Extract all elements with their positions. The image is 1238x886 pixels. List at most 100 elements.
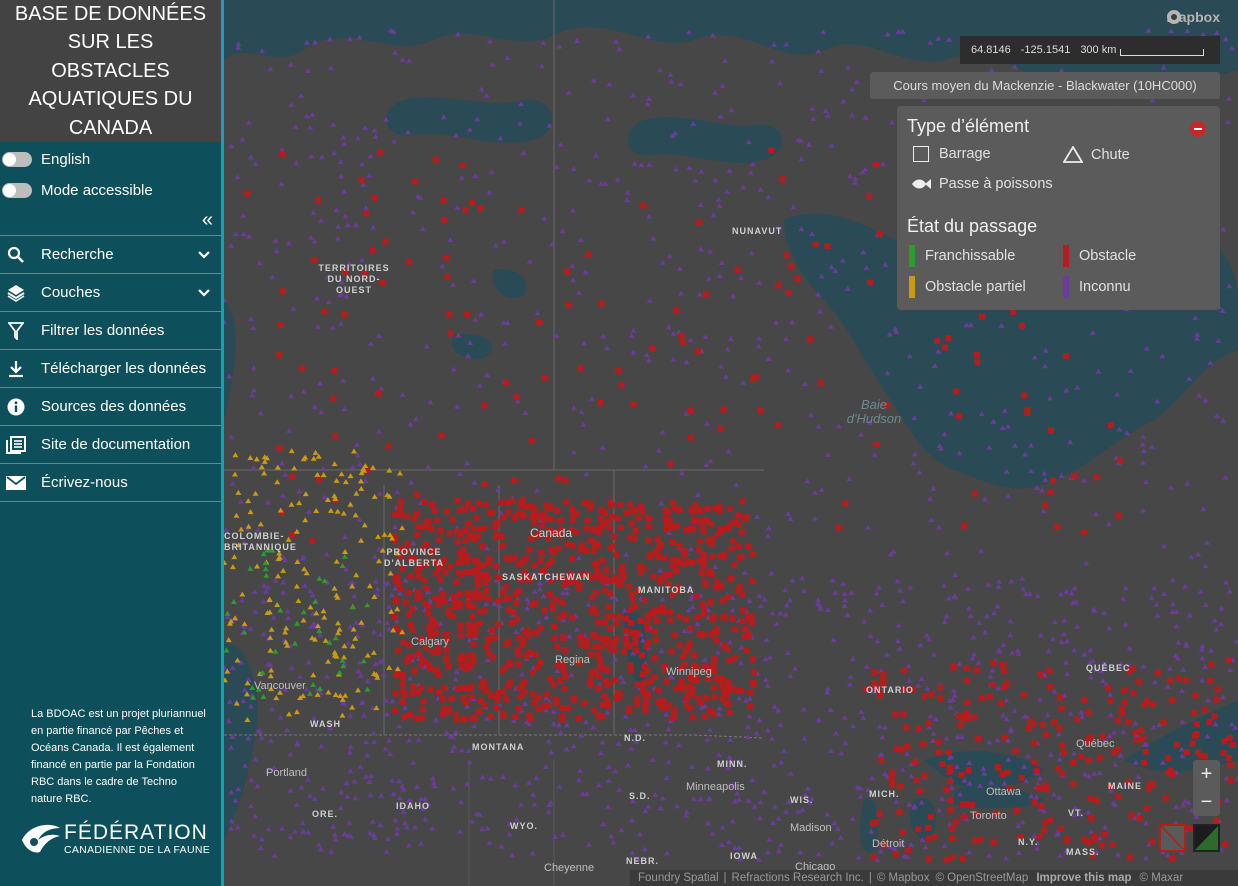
dam-marker xyxy=(493,563,500,570)
accessible-toggle-row[interactable]: Mode accessible xyxy=(0,175,221,206)
dam-marker xyxy=(410,682,417,689)
federation-logo[interactable]: FÉDÉRATION CANADIENNE DE LA FAUNE xyxy=(20,820,210,858)
zoom-in-button[interactable]: + xyxy=(1193,760,1220,788)
dam-marker xyxy=(613,620,620,627)
attrib-refractions[interactable]: Refractions Research Inc. xyxy=(732,872,864,884)
collapse-sidebar-button[interactable]: « xyxy=(0,206,221,236)
dam-marker xyxy=(588,670,595,677)
dam-marker xyxy=(565,302,572,309)
dam-marker xyxy=(686,625,693,632)
dam-marker xyxy=(415,650,422,657)
dam-marker xyxy=(602,640,609,647)
passable-swatch xyxy=(909,245,915,267)
dam-marker xyxy=(683,616,690,623)
dam-marker xyxy=(512,713,519,720)
dam-marker xyxy=(1003,680,1010,687)
attrib-mapbox[interactable]: © Mapbox xyxy=(877,872,930,884)
dam-marker xyxy=(702,291,709,298)
menu-item-documentation[interactable]: Site de documentation xyxy=(0,426,221,464)
dam-marker xyxy=(669,714,676,721)
map-attribution: Foundry Spatial | Refractions Research I… xyxy=(630,870,1238,886)
fish-icon xyxy=(912,179,931,189)
dam-marker xyxy=(973,351,980,358)
dam-marker xyxy=(1091,832,1098,839)
double-chevron-left-icon[interactable]: « xyxy=(202,209,213,232)
dam-marker xyxy=(1225,657,1232,664)
dam-marker xyxy=(454,538,461,545)
dam-marker xyxy=(626,708,633,715)
zoom-out-button[interactable]: − xyxy=(1193,788,1220,816)
dam-marker xyxy=(1031,759,1038,766)
label-minn: MINN. xyxy=(717,759,748,769)
language-toggle-row[interactable]: English xyxy=(0,144,221,175)
dam-marker xyxy=(471,536,478,543)
dam-marker xyxy=(469,505,476,512)
dam-marker xyxy=(750,376,757,383)
menu-item-filter[interactable]: Filtrer les données xyxy=(0,312,221,350)
dam-marker xyxy=(974,735,981,742)
menu-item-search[interactable]: Recherche xyxy=(0,236,221,274)
dam-marker xyxy=(698,517,705,524)
dam-marker xyxy=(701,713,708,720)
dam-marker xyxy=(466,631,473,638)
dam-marker xyxy=(469,714,476,721)
dam-marker xyxy=(499,543,506,550)
attrib-foundry[interactable]: Foundry Spatial xyxy=(638,872,719,884)
attrib-osm[interactable]: © OpenStreetMap xyxy=(935,872,1028,884)
dam-marker xyxy=(1174,741,1181,748)
dam-marker xyxy=(943,856,950,863)
dam-marker xyxy=(694,614,701,621)
dam-marker xyxy=(928,691,935,698)
dam-marker xyxy=(630,602,637,609)
dam-marker xyxy=(493,523,500,530)
scale-label: 300 km xyxy=(1080,44,1117,56)
dam-marker xyxy=(475,582,482,589)
improve-map-link[interactable]: Improve this map xyxy=(1036,872,1131,884)
dam-marker xyxy=(399,681,406,688)
dam-marker xyxy=(493,704,500,711)
language-toggle[interactable] xyxy=(2,152,32,167)
dam-marker xyxy=(419,706,426,713)
menu-item-download[interactable]: Télécharger les données xyxy=(0,350,221,388)
dam-marker xyxy=(925,720,932,727)
dam-marker xyxy=(719,597,726,604)
document-icon xyxy=(6,435,26,455)
dam-marker xyxy=(607,545,614,552)
dam-marker xyxy=(459,162,466,169)
menu-item-sources[interactable]: Sources des données xyxy=(0,388,221,426)
accessible-toggle[interactable] xyxy=(2,183,32,198)
dam-marker xyxy=(481,607,488,614)
dam-marker xyxy=(1211,713,1218,720)
dam-marker xyxy=(397,586,404,593)
dam-marker xyxy=(775,282,782,289)
dam-marker xyxy=(673,307,680,314)
basemap-satellite-button[interactable] xyxy=(1193,824,1220,852)
mapbox-logo[interactable]: mapbox xyxy=(1166,9,1220,25)
dam-marker xyxy=(937,684,944,691)
basemap-none-button[interactable] xyxy=(1159,824,1186,852)
menu-item-layers[interactable]: Couches xyxy=(0,274,221,312)
dam-marker xyxy=(595,672,602,679)
attrib-maxar[interactable]: © Maxar xyxy=(1140,872,1184,884)
dam-marker xyxy=(730,537,737,544)
dam-marker xyxy=(435,671,442,678)
dam-marker xyxy=(945,749,952,756)
logo-line-2: CANADIENNE DE LA FAUNE xyxy=(64,844,211,856)
menu-item-label: Filtrer les données xyxy=(41,322,165,339)
dam-marker xyxy=(557,677,564,684)
menu-item-contact[interactable]: Écrivez-nous xyxy=(0,464,221,502)
label-iowa: IOWA xyxy=(730,851,758,861)
dam-marker xyxy=(734,266,741,273)
dam-marker xyxy=(711,693,718,700)
dam-marker xyxy=(371,194,378,201)
close-legend-button[interactable] xyxy=(1190,121,1206,137)
label-quebec: QUÉBEC xyxy=(1086,663,1131,673)
dam-marker xyxy=(598,300,605,307)
dam-marker xyxy=(713,637,720,644)
dam-marker xyxy=(575,715,582,722)
dam-marker xyxy=(1208,660,1215,667)
dam-marker xyxy=(1101,831,1108,838)
dam-marker xyxy=(639,652,646,659)
dam-marker xyxy=(392,598,399,605)
dam-marker xyxy=(561,685,568,692)
